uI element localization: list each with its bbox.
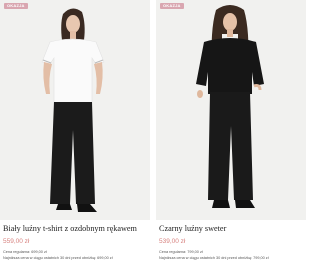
product-image[interactable]: OKAZJA xyxy=(156,0,306,220)
product-price: 559,00 zł xyxy=(3,238,30,245)
sale-badge: OKAZJA xyxy=(4,3,28,9)
lowest-price-info: Najniższa cena w ciągu ostatnich 30 dni … xyxy=(3,256,113,260)
product-price: 539,00 zł xyxy=(159,238,186,245)
product-title[interactable]: Biały luźny t-shirt z ozdobnym rękawem xyxy=(3,224,151,233)
product-card[interactable]: OKAZJA Biały luźny t-shirt z ozdobnym rę… xyxy=(0,0,150,270)
model-white-tshirt-illustration xyxy=(41,8,105,212)
product-card[interactable]: OKAZJA Czarny luźny sweter 539,00 zł Cen… xyxy=(156,0,306,270)
product-title[interactable]: Czarny luźny sweter xyxy=(159,224,307,233)
sale-badge: OKAZJA xyxy=(160,3,184,9)
model-black-sweater-illustration xyxy=(196,5,264,208)
regular-price: Cena regularna: 799,00 zł xyxy=(159,250,203,254)
regular-price: Cena regularna: 699,00 zł xyxy=(3,250,47,254)
lowest-price-info: Najniższa cena w ciągu ostatnich 30 dni … xyxy=(159,256,269,260)
product-image[interactable]: OKAZJA xyxy=(0,0,150,220)
product-grid: OKAZJA Biały luźny t-shirt z ozdobnym rę… xyxy=(0,0,306,270)
